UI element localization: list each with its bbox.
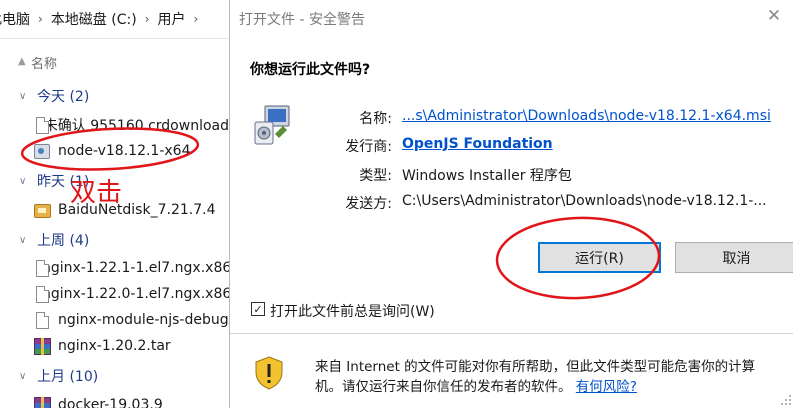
field-label-from: 发送方: [345, 196, 392, 212]
publisher-link[interactable]: OpenJS Foundation [402, 136, 553, 152]
file-name: nginx-1.22.0-1.el7.ngx.x86_64 [42, 286, 229, 302]
document-icon [34, 311, 50, 329]
group-header-last-week[interactable]: ∨ 上周 (4) [0, 228, 229, 252]
column-header-name[interactable]: 名称 [31, 53, 57, 72]
double-click-annotation: 双击 [70, 178, 123, 208]
always-ask-label[interactable]: 打开此文件前总是询问(W) [270, 301, 435, 321]
document-icon [34, 116, 49, 134]
resize-grip-icon[interactable] [780, 394, 792, 406]
security-shield-warning-icon [255, 356, 283, 390]
breadcrumb: 此电脑 › 本地磁盘 (C:) › 用户 › [0, 0, 229, 39]
list-item[interactable]: nginx-module-njs-debug [0, 308, 229, 332]
field-label-name: 名称: [359, 111, 392, 127]
file-name: node-v18.12.1-x64 [58, 143, 191, 159]
chevron-down-icon: ∨ [19, 234, 27, 246]
cancel-button[interactable]: 取消 [675, 242, 793, 273]
file-name-link[interactable]: ...s\Administrator\Downloads\node-v18.12… [402, 108, 771, 124]
chevron-down-icon: ∨ [19, 175, 27, 187]
archive-icon [34, 396, 51, 408]
breadcrumb-item-local-disk[interactable]: 本地磁盘 (C:) [51, 9, 137, 29]
breadcrumb-separator-icon: › [38, 12, 43, 26]
list-item[interactable]: 未确认 955160.crdownload [0, 113, 229, 137]
security-warning-dialog: 打开文件 - 安全警告 ✕ 你想运行此文件吗? 名称: ...s\Adminis… [229, 0, 793, 408]
list-item[interactable]: nginx-1.22.0-1.el7.ngx.x86_64 [0, 282, 229, 306]
file-source-value: C:\Users\Administrator\Downloads\node-v1… [402, 193, 767, 209]
close-icon[interactable]: ✕ [764, 6, 784, 26]
chevron-down-icon: ∨ [19, 90, 27, 102]
archive-icon [34, 337, 51, 355]
warning-message: 来自 Internet 的文件可能对你有所帮助，但此文件类型可能危害你的计算机。… [315, 357, 765, 397]
exe-icon [34, 201, 51, 219]
group-title: 今天 (2) [37, 89, 90, 105]
field-label-publisher: 发行商: [345, 139, 392, 155]
breadcrumb-separator-icon: › [193, 12, 199, 26]
breadcrumb-item-users[interactable]: 用户 [158, 9, 186, 29]
msi-installer-icon [34, 142, 50, 160]
file-name: nginx-1.20.2.tar [58, 338, 171, 354]
list-item[interactable]: node-v18.12.1-x64 [0, 139, 229, 163]
list-item[interactable]: nginx-1.22.1-1.el7.ngx.x86_64 [0, 256, 229, 280]
file-name: docker-19.03.9 [58, 397, 163, 408]
divider [230, 333, 793, 334]
what-is-the-risk-link[interactable]: 有何风险? [576, 379, 637, 395]
breadcrumb-separator-icon: › [144, 12, 150, 26]
file-name: 未确认 955160.crdownload [43, 118, 229, 134]
dialog-title: 打开文件 - 安全警告 [239, 12, 365, 28]
file-name: nginx-module-njs-debug [58, 312, 229, 328]
list-item[interactable]: nginx-1.20.2.tar [0, 334, 229, 358]
breadcrumb-item-this-pc[interactable]: 此电脑 [0, 9, 30, 29]
list-item[interactable]: docker-19.03.9 [0, 393, 229, 408]
file-type-value: Windows Installer 程序包 [402, 168, 572, 184]
run-button[interactable]: 运行(R) [538, 242, 661, 273]
group-title: 上周 (4) [37, 233, 90, 249]
always-ask-checkbox[interactable]: ✓ [251, 302, 265, 316]
field-label-type: 类型: [359, 168, 392, 184]
sort-up-icon: ▲ [18, 56, 26, 67]
group-header-today[interactable]: ∨ 今天 (2) [0, 84, 229, 108]
file-name: nginx-1.22.1-1.el7.ngx.x86_64 [42, 260, 229, 276]
dialog-question: 你想运行此文件吗? [250, 62, 371, 78]
chevron-down-icon: ∨ [19, 370, 27, 382]
group-header-last-month[interactable]: ∨ 上月 (10) [0, 364, 229, 388]
group-title: 上月 (10) [37, 369, 99, 385]
warning-text: 来自 Internet 的文件可能对你有所帮助，但此文件类型可能危害你的计算机。… [315, 359, 756, 395]
